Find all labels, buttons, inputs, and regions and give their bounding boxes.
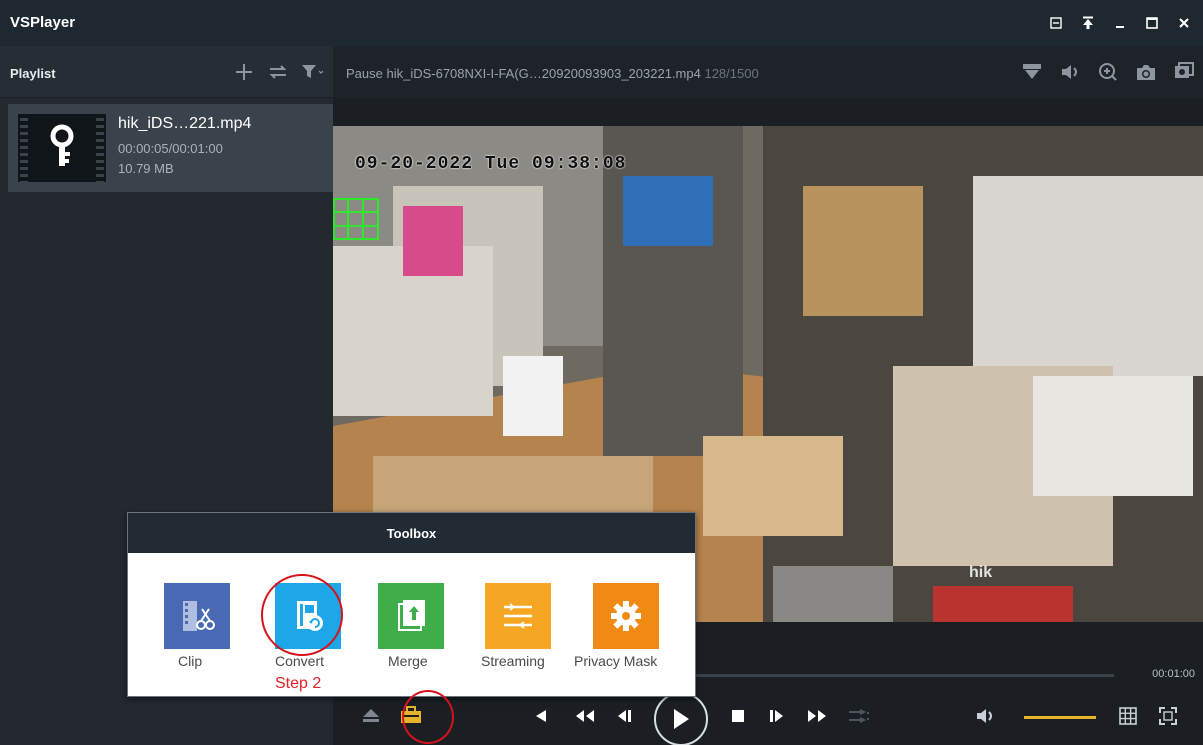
merge-label: Merge	[388, 653, 428, 669]
clip-button[interactable]	[164, 583, 230, 649]
stop-icon[interactable]	[728, 706, 748, 726]
loop-icon[interactable]	[267, 62, 289, 82]
convert-button[interactable]	[275, 583, 341, 649]
streaming-label: Streaming	[481, 653, 545, 669]
video-tools	[1021, 62, 1195, 82]
batch-snapshot-icon[interactable]	[1173, 62, 1195, 82]
privacy-mask-label: Privacy Mask	[574, 653, 658, 669]
volume-icon[interactable]	[975, 706, 999, 726]
key-icon	[48, 124, 76, 170]
convert-icon	[297, 601, 323, 631]
window-controls	[1045, 12, 1195, 34]
playlist-item-size: 10.79 MB	[118, 161, 174, 176]
film-strip-right	[96, 114, 104, 182]
playlist-title: Playlist	[10, 66, 56, 81]
zoom-icon[interactable]	[1097, 62, 1119, 82]
step-annotation: Step 2	[275, 675, 322, 692]
stop-reverse-icon[interactable]	[532, 706, 550, 726]
playlist-item[interactable]: hik_iDS…221.mp4 00:00:05/00:01:00 10.79 …	[8, 104, 333, 192]
maximize-icon[interactable]	[1141, 12, 1163, 34]
toolbox-popup: Toolbox Clip Convert Merge Streaming Pri…	[127, 512, 696, 697]
status-filename: Pause hik_iDS-6708NXI-I-FA(G…20920093903…	[346, 66, 701, 81]
privacy-mask-button[interactable]	[593, 583, 659, 649]
toolbox-header: Toolbox	[128, 513, 695, 553]
playlist-item-name: hik_iDS…221.mp4	[118, 115, 252, 132]
clip-icon	[183, 601, 215, 631]
watermark-icon[interactable]	[1021, 62, 1043, 82]
motion-detection-grid	[333, 198, 379, 240]
fullscreen-icon[interactable]	[1156, 704, 1180, 728]
playlist-header: Playlist	[0, 46, 333, 98]
osd-timestamp: 09-20-2022 Tue 09:38:08	[355, 154, 627, 174]
gear-icon	[611, 601, 641, 631]
previous-frame-icon[interactable]	[614, 706, 636, 726]
streaming-button[interactable]	[485, 583, 551, 649]
next-frame-icon[interactable]	[766, 706, 788, 726]
toolbox-title: Toolbox	[386, 525, 437, 541]
audio-icon[interactable]	[1059, 62, 1081, 82]
clip-label: Clip	[178, 653, 203, 669]
window-split-icon[interactable]	[1116, 704, 1140, 728]
minimize-to-tray-icon[interactable]	[1045, 12, 1067, 34]
pin-icon[interactable]	[1077, 12, 1099, 34]
progress-bar[interactable]	[694, 674, 1114, 677]
end-time: 00:01:00	[1152, 668, 1195, 680]
playlist-loop-icon[interactable]	[847, 706, 873, 726]
frame-counter: 128/1500	[704, 66, 759, 81]
playlist-tools	[233, 62, 323, 82]
streaming-icon	[504, 603, 532, 629]
snapshot-icon[interactable]	[1135, 62, 1157, 82]
playback-status: Pause hik_iDS-6708NXI-I-FA(G…20920093903…	[346, 66, 759, 81]
merge-icon	[398, 600, 425, 631]
film-strip-left	[20, 114, 28, 182]
video-header: Pause hik_iDS-6708NXI-I-FA(G…20920093903…	[333, 46, 1203, 98]
fast-forward-icon[interactable]	[806, 706, 828, 726]
video-watermark: hik	[969, 564, 993, 581]
play-button[interactable]	[654, 692, 708, 745]
convert-label: Convert	[275, 653, 325, 669]
add-icon[interactable]	[233, 62, 255, 82]
app-title: VSPlayer	[10, 14, 76, 31]
close-icon[interactable]	[1173, 12, 1195, 34]
toolbox-icon[interactable]	[399, 705, 423, 725]
merge-button[interactable]	[378, 583, 444, 649]
eject-icon[interactable]	[360, 704, 382, 726]
video-thumbnail	[18, 114, 106, 182]
filter-icon[interactable]	[301, 62, 323, 82]
minimize-icon[interactable]	[1109, 12, 1131, 34]
slow-forward-icon[interactable]	[574, 706, 596, 726]
volume-slider[interactable]	[1024, 716, 1096, 719]
playlist-item-time: 00:00:05/00:01:00	[118, 141, 223, 156]
title-bar: VSPlayer	[0, 0, 1203, 46]
